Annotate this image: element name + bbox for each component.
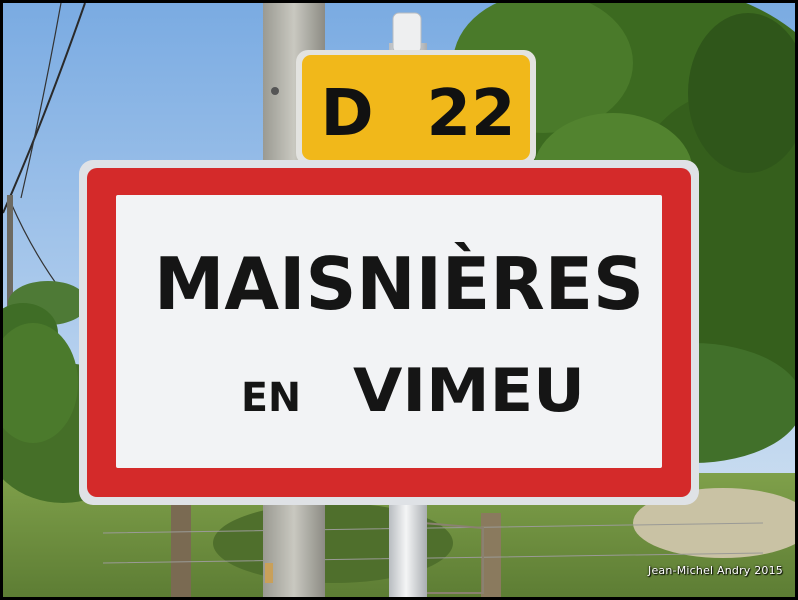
- pole-cap: [392, 12, 422, 54]
- photo-frame: D 22 MAISNIÈRES EN VIMEU Jean-Michel And…: [3, 3, 795, 597]
- sign-face: [116, 195, 662, 468]
- photo-credit: Jean-Michel Andry 2015: [648, 564, 783, 577]
- road-letter: D: [320, 77, 373, 151]
- town-entry-sign: MAISNIÈRES EN VIMEU: [79, 160, 699, 505]
- road-number-plate: D 22: [296, 50, 536, 165]
- road-number: 22: [426, 77, 515, 151]
- photo-scene: D 22 MAISNIÈRES EN VIMEU: [3, 3, 795, 597]
- town-name-line1: MAISNIÈRES: [154, 242, 644, 326]
- town-name-line2: VIMEU: [353, 356, 585, 426]
- fence-post: [171, 503, 191, 597]
- town-name-prefix: EN: [241, 375, 301, 421]
- post-bolt: [271, 87, 279, 95]
- post-sticker: [265, 563, 273, 583]
